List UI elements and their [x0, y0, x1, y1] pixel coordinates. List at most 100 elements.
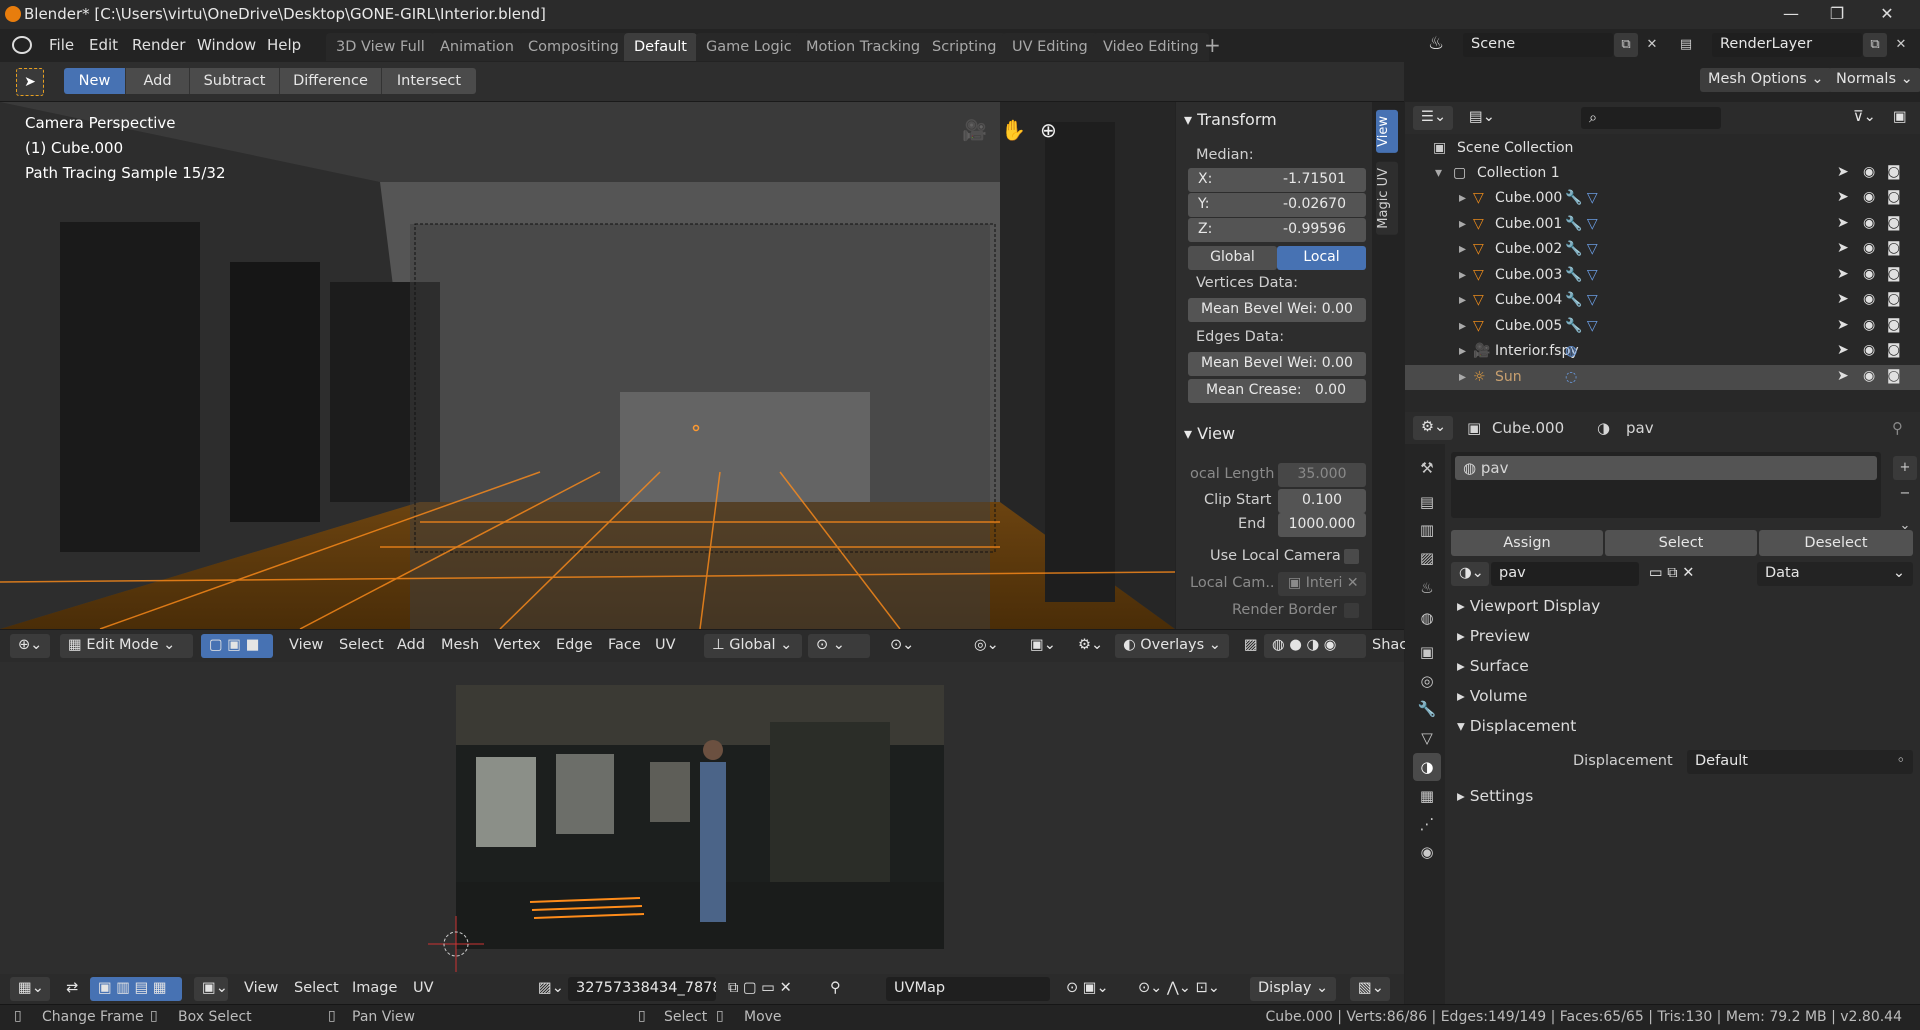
y-field[interactable]: Y: -0.02670 — [1188, 193, 1366, 217]
expand-arrow-icon[interactable]: ▸ — [1459, 292, 1466, 308]
select-arrow-icon[interactable]: ➤ — [1837, 342, 1849, 358]
new-scene-icon[interactable]: ⧉ — [1614, 33, 1638, 57]
mode-dropdown[interactable]: ▦ Edit Mode ⌄ — [60, 634, 193, 658]
eye-icon[interactable]: ◉ — [1863, 342, 1875, 358]
expand-arrow-icon[interactable]: ▸ — [1459, 267, 1466, 283]
tab-view[interactable]: View — [1376, 110, 1398, 153]
tab-default[interactable]: Default — [624, 33, 697, 61]
mode-subtract-button[interactable]: Subtract — [190, 68, 280, 94]
scene-name-field[interactable]: Scene — [1463, 33, 1613, 57]
render-camera-icon[interactable]: ◙ — [1887, 164, 1901, 180]
menu-uv[interactable]: UV — [655, 637, 676, 653]
uv-pivot-icon[interactable]: ⊙⌄ ⋀⌄ ⊡⌄ — [1130, 977, 1230, 1001]
uv-menu-select[interactable]: Select — [294, 980, 339, 996]
uv-snap-icon[interactable]: ⊙ ▣⌄ — [1058, 977, 1118, 1001]
render-layer-icon[interactable]: ▤ — [1674, 33, 1698, 57]
select-arrow-icon[interactable]: ➤ — [1837, 368, 1849, 384]
render-tab-icon[interactable]: ▤ — [1413, 488, 1441, 516]
expand-arrow-icon[interactable]: ▸ — [1459, 190, 1466, 206]
focal-length-field[interactable]: 35.000 — [1278, 463, 1366, 487]
outliner-item[interactable]: ▸ ▽ Cube.001 🔧 ▽ ➤ ◉ ◙ — [1405, 212, 1920, 237]
proportional-icon[interactable]: ⊙⌄ — [882, 634, 932, 658]
section-settings[interactable]: ▸ Settings — [1451, 782, 1915, 810]
outliner-item[interactable]: ▸ ▽ Cube.000 🔧 ▽ ➤ ◉ ◙ — [1405, 186, 1920, 211]
object-data-icon[interactable]: 🔧 ▽ — [1565, 292, 1598, 308]
outliner-item[interactable]: ▸ ☼ Sun ◌ ➤ ◉ ◙ — [1405, 364, 1920, 390]
visibility-icon[interactable]: ◎⌄ — [966, 634, 1008, 658]
expand-arrow-icon[interactable]: ▸ — [1459, 241, 1466, 257]
tab-uv-editing[interactable]: UV Editing — [1002, 33, 1098, 61]
pin-image-icon[interactable]: ⚲ — [822, 977, 848, 1001]
mode-difference-button[interactable]: Difference — [280, 68, 382, 94]
menu-edit[interactable]: Edit — [89, 36, 118, 54]
z-field[interactable]: Z: -0.99596 — [1188, 218, 1366, 242]
output-tab-icon[interactable]: ▥ — [1413, 516, 1441, 544]
menu-render[interactable]: Render — [132, 36, 185, 54]
object-data-icon[interactable]: ◍ — [1565, 343, 1577, 359]
normals-dropdown[interactable]: Normals ⌄ — [1828, 68, 1920, 92]
select-mode-buttons[interactable]: ▢ ▣ ■ — [201, 634, 273, 658]
uv-sync-icon[interactable]: ⇄ — [58, 977, 82, 1001]
object-data-icon[interactable]: 🔧 ▽ — [1565, 318, 1598, 334]
displacement-dropdown[interactable]: Default ◦ — [1687, 750, 1913, 774]
material-slot-item[interactable]: ◍ pav — [1455, 456, 1877, 480]
tab-game-logic[interactable]: Game Logic — [696, 33, 802, 61]
outliner-item[interactable]: ▸ ▽ Cube.003 🔧 ▽ ➤ ◉ ◙ — [1405, 263, 1920, 288]
material-name-field[interactable]: pav — [1491, 562, 1639, 586]
tab-3d-view-full[interactable]: 3D View Full — [326, 33, 435, 61]
select-arrow-icon[interactable]: ➤ — [1837, 215, 1849, 231]
expand-arrow-icon[interactable]: ▸ — [1459, 318, 1466, 334]
menu-mesh[interactable]: Mesh — [441, 637, 479, 653]
tab-video-editing[interactable]: Video Editing — [1093, 33, 1209, 61]
material-browse-icon[interactable]: ◑⌄ — [1451, 562, 1489, 586]
remove-slot-icon[interactable]: − — [1893, 482, 1917, 506]
pin-icon[interactable]: ⚲ — [1892, 419, 1903, 437]
overlays-dropdown[interactable]: ◐ Overlays ⌄ — [1115, 634, 1229, 658]
modifiers-tab-icon[interactable]: 🔧 — [1413, 695, 1441, 723]
render-camera-icon[interactable]: ◙ — [1887, 189, 1901, 205]
menu-add[interactable]: Add — [397, 637, 425, 653]
editor-type-icon[interactable]: ⊕⌄ — [10, 634, 50, 658]
tab-compositing[interactable]: Compositing — [518, 33, 629, 61]
menu-help[interactable]: Help — [267, 36, 301, 54]
render-camera-icon[interactable]: ◙ — [1887, 368, 1901, 384]
outliner-search-input[interactable]: ⌕ — [1581, 107, 1721, 129]
render-border-checkbox[interactable] — [1344, 603, 1359, 618]
view-panel-header[interactable]: ▾ View — [1176, 418, 1372, 448]
properties-editor-type-icon[interactable]: ⚙⌄ — [1413, 416, 1453, 440]
eye-icon[interactable]: ◉ — [1863, 240, 1875, 256]
tab-magic-uv[interactable]: Magic UV — [1376, 162, 1398, 235]
menu-file[interactable]: File — [49, 36, 74, 54]
orientation-dropdown[interactable]: ⊥ Global ⌄ — [704, 634, 802, 658]
uvmap-field[interactable]: UVMap — [886, 977, 1050, 1001]
eye-icon[interactable]: ◉ — [1863, 368, 1875, 384]
uv-select-mode-buttons[interactable]: ▣ ▥ ▤ ▦ — [90, 977, 182, 1001]
close-window-button[interactable]: ✕ — [1864, 0, 1910, 29]
render-camera-icon[interactable]: ◙ — [1887, 317, 1901, 333]
eye-icon[interactable]: ◉ — [1863, 291, 1875, 307]
pivot-snap-icon[interactable]: ⊙ ⌄ — [808, 634, 870, 658]
outliner-scene-collection[interactable]: ▣ Scene Collection — [1405, 136, 1920, 161]
menu-view[interactable]: View — [289, 637, 323, 653]
menu-vertex[interactable]: Vertex — [494, 637, 541, 653]
outliner-item[interactable]: ▸ ▽ Cube.004 🔧 ▽ ➤ ◉ ◙ — [1405, 288, 1920, 313]
scene-tab-icon[interactable]: ♨ — [1413, 574, 1441, 602]
add-slot-icon[interactable]: + — [1893, 456, 1917, 480]
local-camera-field[interactable]: ▣ Interi ✕ — [1278, 572, 1366, 596]
add-workspace-icon[interactable]: + — [1204, 33, 1221, 57]
menu-select[interactable]: Select — [339, 637, 384, 653]
x-field[interactable]: X: -1.71501 — [1188, 168, 1366, 192]
eye-icon[interactable]: ◉ — [1863, 189, 1875, 205]
select-arrow-icon[interactable]: ➤ — [1837, 164, 1849, 180]
object-data-icon[interactable]: ◌ — [1565, 369, 1577, 385]
mean-bevel-edge-field[interactable]: Mean Bevel Wei: 0.00 — [1188, 352, 1366, 376]
gizmo-icon[interactable]: ⚙⌄ — [1070, 634, 1110, 658]
zoom-icon[interactable]: ⊕ — [1040, 118, 1057, 142]
object-data-tab-icon[interactable]: ▽ — [1413, 724, 1441, 752]
shading-modes-icon[interactable]: ◍ ● ◑ ◉ — [1264, 634, 1366, 658]
uv-editor[interactable] — [0, 662, 1404, 980]
outliner-item[interactable]: ▸ ▽ Cube.005 🔧 ▽ ➤ ◉ ◙ — [1405, 314, 1920, 339]
tab-scripting[interactable]: Scripting — [922, 33, 1007, 61]
menu-face[interactable]: Face — [608, 637, 641, 653]
filter-icon[interactable]: ⊽⌄ — [1845, 106, 1879, 130]
